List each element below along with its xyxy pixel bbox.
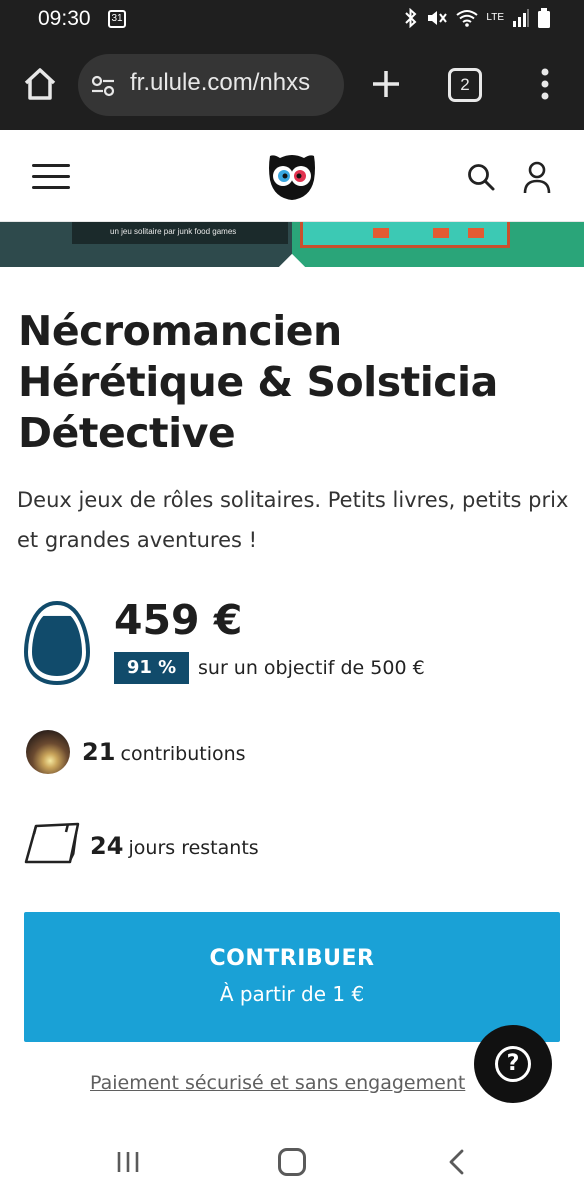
secure-payment-link[interactable]: Paiement sécurisé et sans engagement	[90, 1072, 465, 1094]
browser-toolbar: fr.ulule.com/nhxs 2	[0, 42, 584, 130]
address-bar[interactable]: fr.ulule.com/nhxs	[78, 54, 344, 116]
url-text[interactable]: fr.ulule.com/nhxs	[130, 69, 335, 97]
more-vert-icon[interactable]	[530, 64, 560, 104]
plus-icon[interactable]	[366, 64, 406, 104]
calendar-icon	[24, 822, 80, 864]
contributions-label: contributions	[120, 743, 246, 765]
board-tile	[468, 228, 484, 238]
avatar	[26, 730, 70, 774]
signal-icon	[513, 9, 529, 27]
vibrate-mute-icon	[428, 11, 448, 25]
home-icon[interactable]	[20, 64, 60, 104]
bluetooth-icon	[405, 8, 417, 28]
contribute-label: CONTRIBUER	[209, 946, 375, 971]
game-board	[300, 222, 510, 248]
contribute-sublabel: À partir de 1 €	[219, 982, 365, 1006]
banner-left-image: un jeu solitaire par junk food games	[0, 222, 292, 267]
banner-tagline: un jeu solitaire par junk food games	[110, 227, 237, 236]
project-banner-image: un jeu solitaire par junk food games	[0, 222, 584, 267]
days-left-stat: 24 jours restants	[90, 832, 259, 860]
contributions-stat: 21 contributions	[82, 738, 246, 766]
calendar-notification-icon: 31	[108, 10, 126, 28]
status-bar: 09:30 31 LTE	[0, 0, 584, 42]
lte-icon: LTE	[486, 12, 504, 23]
back-icon[interactable]	[444, 1148, 468, 1176]
battery-icon	[538, 8, 550, 28]
hamburger-icon[interactable]	[32, 164, 70, 190]
recent-apps-icon[interactable]	[114, 1150, 144, 1174]
board-tile	[373, 228, 389, 238]
project-subtitle: Deux jeux de rôles solitaires. Petits li…	[17, 488, 569, 552]
project-title: Nécromancien Hérétique & Solsticia Détec…	[18, 307, 498, 457]
amount-raised: 459 €	[114, 596, 243, 644]
goal-text: sur un objectif de 500 €	[198, 657, 425, 679]
home-nav-icon[interactable]	[278, 1148, 306, 1176]
contributions-count: 21	[82, 738, 116, 766]
percent-badge: 91 %	[114, 652, 189, 684]
user-icon[interactable]	[522, 160, 552, 194]
funding-progress-egg-icon	[24, 600, 90, 686]
site-settings-icon[interactable]	[90, 73, 116, 99]
tabs-icon[interactable]: 2	[448, 68, 482, 102]
site-header	[0, 130, 584, 222]
search-icon[interactable]	[466, 162, 496, 192]
banner-right-image	[292, 222, 584, 267]
board-tile	[433, 228, 449, 238]
ulule-owl-logo[interactable]	[266, 150, 318, 202]
question-mark-icon: ?	[495, 1046, 531, 1082]
help-button[interactable]: ?	[474, 1025, 552, 1103]
days-label: jours restants	[128, 837, 259, 859]
status-time: 09:30	[38, 7, 91, 30]
contribute-button[interactable]: CONTRIBUER À partir de 1 €	[24, 912, 560, 1042]
status-icons: LTE	[404, 8, 550, 28]
days-count: 24	[90, 832, 124, 860]
system-nav-bar	[0, 1120, 584, 1200]
wifi-icon	[456, 10, 479, 27]
